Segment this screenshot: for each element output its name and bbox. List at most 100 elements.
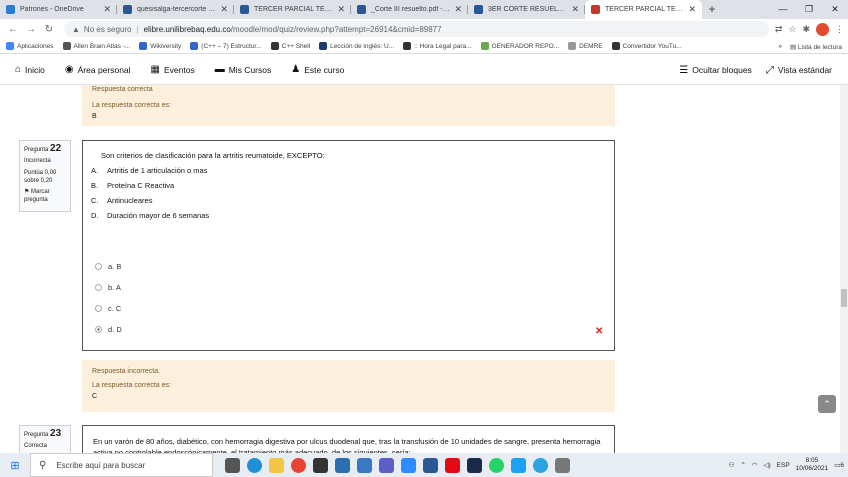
tab-close-icon[interactable]: ✕ — [688, 4, 696, 15]
word-icon[interactable] — [423, 457, 438, 473]
app-icon[interactable] — [467, 457, 482, 473]
reading-list-button[interactable]: ▤ Lista de lectura — [790, 43, 842, 51]
extensions-icon[interactable]: ✱ — [802, 24, 810, 35]
tab-favicon-icon — [474, 5, 483, 14]
store-icon[interactable] — [313, 457, 328, 473]
radio-button[interactable] — [95, 326, 102, 333]
browser-tab[interactable]: TERCER PARCIAL TEÓRICO ✕ — [234, 0, 351, 19]
bookmark-item[interactable]: Convertidor YouTu... — [611, 42, 682, 50]
twitter-icon[interactable] — [511, 457, 526, 473]
answer-choice[interactable]: d. D — [95, 325, 122, 334]
security-label: No es seguro — [83, 24, 132, 34]
nav-events[interactable]: ▦ Eventos — [151, 64, 195, 75]
forward-icon[interactable]: → — [22, 24, 40, 35]
answer-choice[interactable]: a. B — [95, 262, 121, 271]
scrollbar-thumb[interactable] — [841, 289, 847, 307]
wifi-icon[interactable]: ◠ — [752, 461, 758, 469]
choice-label: c. C — [108, 304, 122, 313]
browser-tab[interactable]: _Corte III resuelto.pdf - Mic ✕ — [351, 0, 468, 19]
q22-feedback-status: Respuesta incorrecta. — [92, 368, 161, 375]
bookmark-item[interactable]: Allen Brain Atlas -... — [62, 42, 131, 50]
tab-title: 3ER CORTE RESUELTOU.pdf — [488, 6, 567, 13]
tab-close-icon[interactable]: ✕ — [571, 4, 579, 15]
question-score: Puntúa 0,00 sobre 0,20 — [24, 170, 57, 184]
back-icon[interactable]: ← — [4, 24, 22, 35]
tab-close-icon[interactable]: ✕ — [220, 4, 228, 15]
radio-button[interactable] — [95, 263, 102, 270]
bookmark-label: (C++ – 7) Estructur... — [201, 42, 262, 50]
question-state: Correcta — [24, 443, 48, 449]
whatsapp-icon[interactable] — [489, 457, 504, 473]
standard-view-button[interactable]: ⤢ Vista estándar — [766, 65, 832, 76]
taskbar-search-placeholder: Escribe aquí para buscar — [56, 460, 146, 470]
browser-tab[interactable]: 3ER CORTE RESUELTOU.pdf ✕ — [468, 0, 585, 19]
answer-choice[interactable]: b. A — [95, 283, 121, 292]
choice-label: a. B — [108, 262, 122, 271]
address-bar[interactable]: ▲ No es seguro | elibre.unilibrebaq.edu.… — [64, 21, 769, 37]
browser-tab[interactable]: TERCER PARCIAL TEORICO ✕ — [585, 0, 702, 19]
avatar-icon[interactable] — [816, 22, 829, 36]
windows-start-icon[interactable]: ⊞ — [0, 453, 30, 477]
option-letter: B. — [91, 181, 99, 190]
bookmark-item[interactable]: (C++ – 7) Estructur... — [190, 42, 262, 50]
maximize-button[interactable]: ❐ — [796, 0, 822, 19]
back-to-top-button[interactable]: ⌃ — [818, 395, 836, 413]
taskbar-search[interactable]: ⚲ Escribe aquí para buscar — [30, 453, 213, 477]
telegram-icon[interactable] — [533, 457, 548, 473]
chevron-up-icon[interactable]: ⌃ — [740, 461, 745, 469]
scrollbar[interactable] — [840, 85, 848, 453]
answer-choice[interactable]: c. C — [95, 304, 121, 313]
bookmark-item[interactable]: C++ Shell — [270, 42, 310, 50]
question-number: Pregunta 23 — [24, 428, 62, 439]
bookmark-item[interactable]: GENERADOR REPO... — [480, 42, 559, 50]
notifications-icon[interactable]: ▭6 — [834, 461, 844, 469]
game-icon[interactable] — [555, 457, 570, 473]
bookmark-label: Allen Brain Atlas -... — [73, 42, 131, 50]
minimize-button[interactable]: — — [770, 0, 796, 19]
bookmark-item[interactable]: :: Hora Legal para... — [403, 42, 472, 50]
file-explorer-icon[interactable] — [269, 457, 284, 473]
bookmark-item[interactable]: Wikiversity — [139, 42, 181, 50]
star-icon[interactable]: ☆ — [788, 24, 796, 35]
people-icon[interactable]: ⚇ — [729, 461, 735, 469]
language-indicator[interactable]: ESP — [777, 462, 790, 469]
netflix-icon[interactable] — [445, 457, 460, 473]
volume-icon[interactable]: ◁) — [763, 461, 770, 469]
mail-icon[interactable] — [357, 457, 372, 473]
edge-icon[interactable] — [247, 457, 262, 473]
flag-question[interactable]: ⚑ Marcar pregunta — [24, 188, 66, 204]
choice-label: d. D — [108, 325, 122, 334]
zoom-icon[interactable] — [401, 457, 416, 473]
nav-my-courses[interactable]: ▬ Mis Cursos — [215, 64, 272, 75]
browser-tab[interactable]: quesisalga-tercercorte (1).pdf✕ — [117, 0, 234, 19]
bookmark-icon — [403, 42, 412, 50]
browser-tab[interactable]: Patrones - OneDrive ✕ — [0, 0, 117, 19]
clock-time: 8:05 — [805, 457, 819, 464]
clock[interactable]: 8:05 10/06/2021 — [796, 457, 829, 473]
tab-close-icon[interactable]: ✕ — [103, 4, 111, 15]
bookmarks-bar: Aplicaciones Allen Brain Atlas -... Wikive… — [0, 39, 848, 54]
new-tab-button[interactable]: + — [702, 0, 722, 19]
tab-close-icon[interactable]: ✕ — [454, 4, 462, 15]
calculator-icon[interactable] — [335, 457, 350, 473]
teams-icon[interactable] — [379, 457, 394, 473]
bookmark-item[interactable]: DEMRE — [568, 42, 603, 50]
task-view-icon[interactable] — [225, 457, 240, 473]
chrome-icon[interactable] — [291, 457, 306, 473]
nav-home[interactable]: ⌂ Inicio — [15, 64, 45, 75]
hide-blocks-button[interactable]: ☰ Ocultar bloques — [679, 65, 752, 76]
reload-icon[interactable]: ↻ — [40, 24, 58, 35]
bookmark-item[interactable]: Aplicaciones — [6, 42, 54, 50]
nav-this-course[interactable]: ♟ Este curso — [291, 64, 344, 75]
radio-button[interactable] — [95, 284, 102, 291]
nav-dashboard[interactable]: ◉ Área personal — [65, 64, 131, 75]
q22-correct-answer: C — [92, 393, 98, 400]
radio-button[interactable] — [95, 305, 102, 312]
menu-icon[interactable]: ⋮ — [835, 24, 844, 35]
translate-icon[interactable]: ⇄ — [775, 24, 783, 35]
close-window-button[interactable]: ✕ — [822, 0, 848, 19]
tab-close-icon[interactable]: ✕ — [337, 4, 345, 15]
option-text: Artritis de 1 articulación o mas — [107, 166, 208, 175]
bookmarks-more-icon[interactable]: » — [778, 43, 782, 50]
bookmark-item[interactable]: Lección de inglés: U... — [319, 42, 394, 50]
